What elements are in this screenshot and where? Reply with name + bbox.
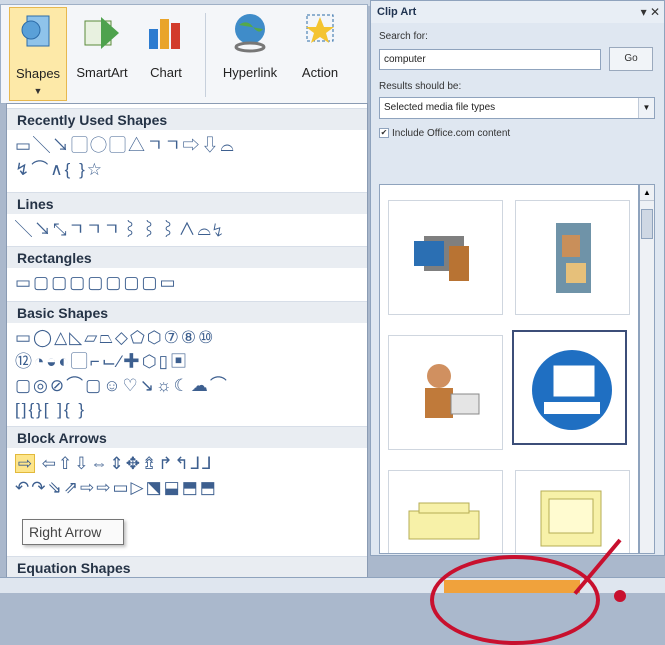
include-label: Include Office.com content [392,128,511,139]
pane-controls: ▾ ✕ [641,5,660,19]
blue-computer-icon [532,350,612,430]
globe-icon [234,14,266,53]
section-basic-shapes: Basic Shapes [7,301,367,323]
chevron-down-icon: ▼ [33,86,43,96]
shape-row-rectangles[interactable]: ▭▢▢▢▢▢▢▢▭ [15,273,178,293]
printer-icon [408,502,480,540]
red-annotation-dot [614,590,626,602]
results-label: Results should be: [379,81,462,92]
scroll-thumb[interactable] [641,209,653,239]
search-label: Search for: [379,31,428,42]
chevron-down-icon[interactable]: ▼ [638,98,654,118]
pane-menu-icon[interactable]: ▾ [641,5,647,19]
include-office-checkbox[interactable]: ✔ Include Office.com content [379,128,510,139]
section-rectangles: Rectangles [7,246,367,268]
search-input[interactable]: computer [379,49,601,70]
shape-row-basic-3[interactable]: ▢◎⊘⌒▢☺♡↘☼☾☁⌒ [15,376,229,396]
hyperlink-label: Hyperlink [222,65,278,80]
ribbon-separator [205,13,206,97]
clipart-thumb-monitor[interactable] [515,470,630,553]
computer-clipart-icon [414,236,469,281]
smartart-icon [84,17,119,49]
media-type-value: Selected media file types [384,102,496,113]
shapes-button[interactable]: Shapes ▼ [9,7,67,101]
media-type-select[interactable]: Selected media file types ▼ [379,97,655,119]
shape-row-lines[interactable]: ╲↘⤡ㄱㄱㄱ⌇⌇⌇∧⌓↯ [15,220,225,240]
clipart-thumb-printer[interactable] [388,470,503,553]
person-at-computer-icon [425,364,480,418]
action-button[interactable]: Action [289,7,351,101]
clipart-thumb-person[interactable] [388,335,503,450]
insert-ribbon: Shapes ▼ SmartArt Chart Hyperlink Action [0,4,368,104]
shape-row-arrows-1: ⇨ ⇦⇧⇩⇔⇕✥⇯↱↰⅃⅃ [15,454,214,474]
section-recently-used: Recently Used Shapes [7,108,367,130]
checkbox-checked-icon[interactable]: ✔ [379,128,389,139]
clipart-thumb-collage[interactable] [515,200,630,315]
clip-art-pane: Clip Art ▾ ✕ Search for: computer Go Res… [370,0,665,556]
clipart-results [379,184,639,554]
section-block-arrows: Block Arrows [7,426,367,448]
chart-icon [149,19,180,49]
action-label: Action [301,65,339,80]
shape-row-basic-1[interactable]: ▭◯△◺▱⏢◇⬠⬡⑦⑧⑩ [15,328,215,348]
chart-label: Chart [150,65,182,80]
clipart-thumb-computer-1[interactable] [388,200,503,315]
results-scrollbar[interactable]: ▲ [639,184,655,554]
scroll-up-icon[interactable]: ▲ [640,185,654,201]
clip-art-title: Clip Art [371,1,664,23]
shape-row-recent-2[interactable]: ↯⌒∧{ }☆ [15,160,104,180]
monitor-icon [540,490,602,547]
go-button[interactable]: Go [609,47,653,71]
shape-row-arrows-1-rest[interactable]: ⇦⇧⇩⇔⇕✥⇯↱↰⅃⅃ [42,454,214,473]
section-equation-shapes: Equation Shapes [7,556,367,578]
shape-row-recent-1[interactable]: ▭╲↘▢◯▢△ㄱㄱ⇨⇩⌓ [15,136,236,156]
action-star-icon [306,14,334,43]
hyperlink-button[interactable]: Hyperlink [213,7,287,101]
close-icon[interactable]: ✕ [650,5,660,19]
right-arrow-icon[interactable]: ⇨ [15,454,35,473]
chart-button[interactable]: Chart [139,7,193,101]
shapes-icon [21,15,50,47]
shape-row-basic-2[interactable]: ⑫◔◒◐▢⌐⌙⁄✚⬡▯▣ [15,352,189,372]
smartart-label: SmartArt [76,65,128,80]
shape-row-arrows-2[interactable]: ↶↷⇘⇗⇨⇨▭▷⬔⬓⬒⬒ [15,478,218,498]
photo-collage-icon [556,223,591,293]
red-annotation-circle [430,555,600,645]
right-arrow-tooltip: Right Arrow [22,519,124,545]
shape-row-basic-4[interactable]: []{}[ ]{ } [15,400,86,420]
clipart-thumb-blue-computer[interactable] [512,330,627,445]
smartart-button[interactable]: SmartArt [67,7,137,101]
section-lines: Lines [7,192,367,214]
shapes-label: Shapes [15,66,61,81]
